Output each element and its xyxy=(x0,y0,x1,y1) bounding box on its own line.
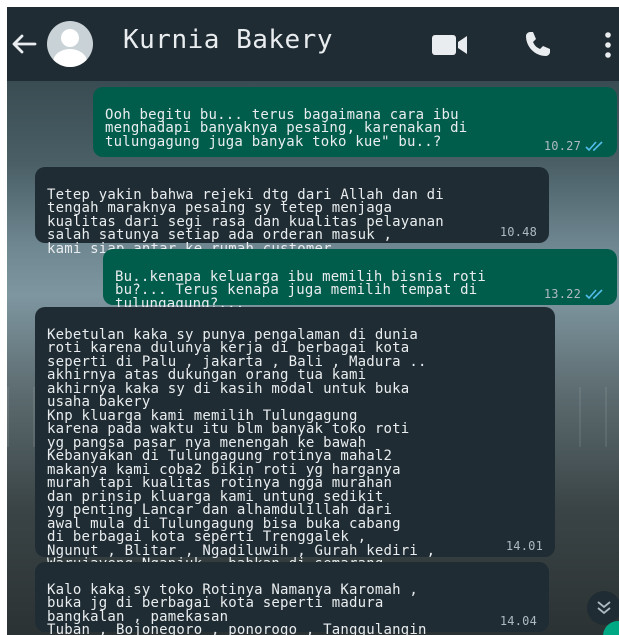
message-meta: 10.27 xyxy=(543,138,605,154)
contact-name[interactable]: Kurnia Bakery xyxy=(123,25,333,55)
message-text: Tetep yakin bahwa rejeki dtg dari Allah … xyxy=(47,186,444,257)
message-meta: 14.04 xyxy=(499,613,537,629)
chat-screen: Kurnia Bakery Ooh begitu bu... terus bag… xyxy=(7,7,619,635)
chevron-double-down-icon xyxy=(597,601,611,615)
message-meta: 14.01 xyxy=(505,538,543,554)
back-arrow-icon[interactable] xyxy=(9,29,39,59)
message-bubble-incoming[interactable]: Kebetulan kaka sy punya pengalaman di du… xyxy=(35,307,555,585)
message-time: 14.01 xyxy=(505,538,543,553)
message-text: Bu..kenapa keluarga ibu memilih bisnis r… xyxy=(115,268,487,312)
video-call-icon[interactable] xyxy=(431,33,469,57)
phone-call-icon[interactable] xyxy=(523,29,553,59)
message-text: Kalo kaka sy toko Rotinya Namanya Karoma… xyxy=(47,581,427,635)
message-meta: 13.22 xyxy=(543,286,605,302)
message-bubble-outgoing[interactable]: Ooh begitu bu... terus bagaimana cara ib… xyxy=(93,87,617,157)
message-text: Ooh begitu bu... terus bagaimana cara ib… xyxy=(105,106,468,150)
read-ticks-icon xyxy=(585,289,603,300)
read-ticks-icon xyxy=(585,141,603,152)
more-options-icon[interactable] xyxy=(603,31,613,59)
message-meta: 10.48 xyxy=(499,224,537,240)
message-text: Kebetulan kaka sy punya pengalaman di du… xyxy=(47,326,436,585)
message-time: 13.22 xyxy=(543,286,581,301)
message-time: 10.27 xyxy=(543,138,581,153)
message-bubble-incoming[interactable]: Tetep yakin bahwa rejeki dtg dari Allah … xyxy=(35,167,549,256)
message-time: 14.04 xyxy=(499,613,537,628)
chat-header: Kurnia Bakery xyxy=(7,7,619,81)
message-time: 10.48 xyxy=(499,224,537,239)
message-bubble-incoming[interactable]: Kalo kaka sy toko Rotinya Namanya Karoma… xyxy=(35,562,549,635)
scroll-to-bottom-button[interactable] xyxy=(587,591,619,625)
message-bubble-outgoing[interactable]: Bu..kenapa keluarga ibu memilih bisnis r… xyxy=(103,249,617,311)
avatar[interactable] xyxy=(47,21,93,67)
